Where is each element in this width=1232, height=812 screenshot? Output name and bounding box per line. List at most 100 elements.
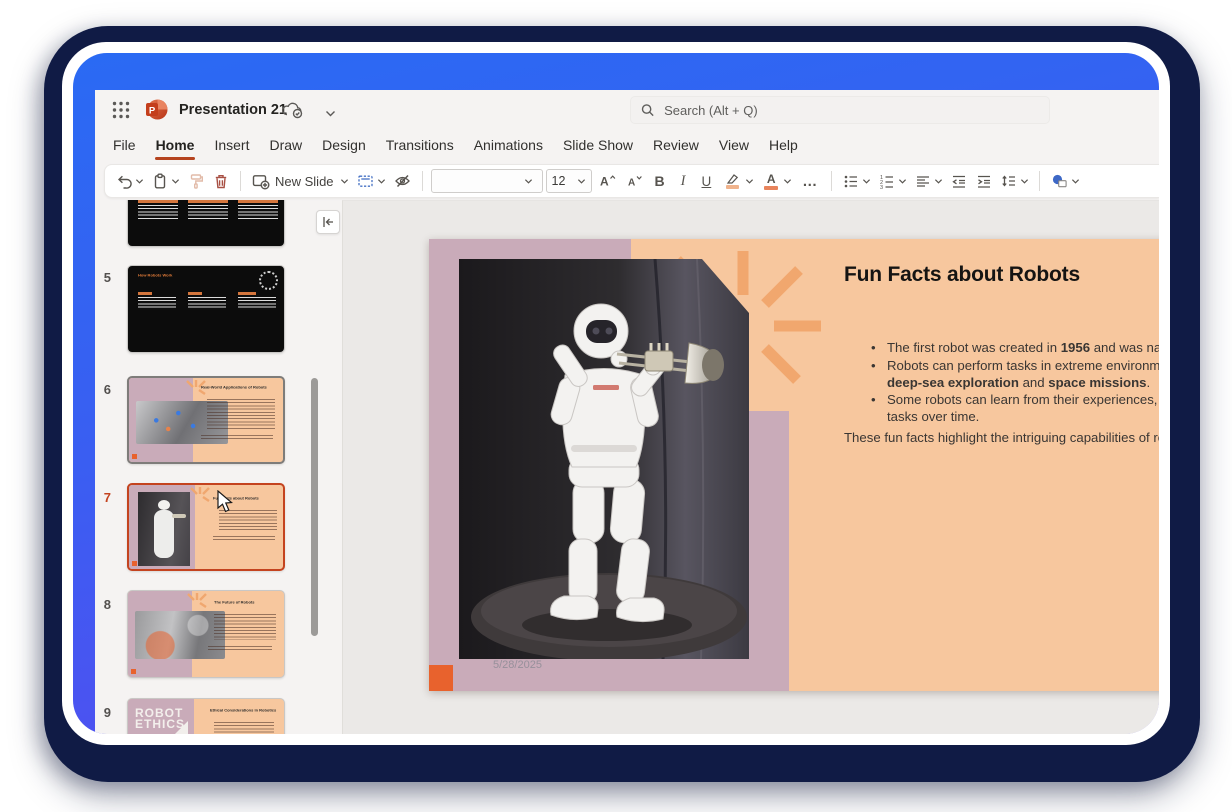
thumb7-orange-square [132,561,137,566]
svg-text:P: P [149,106,156,117]
collapse-panel-icon [322,216,335,228]
decrease-indent-button[interactable] [948,168,970,194]
app-launcher-icon[interactable] [112,101,130,119]
ribbon-toolbar: New Slide 12 A [104,164,1159,198]
thumb5-title: How Robots Work [138,273,172,278]
svg-text:A: A [628,178,635,189]
underline-button[interactable]: U [696,168,718,194]
line-spacing-button[interactable] [998,168,1031,194]
undo-chevron [135,177,144,185]
grow-font-button[interactable]: A [595,168,619,194]
font-name-chevron [524,177,533,185]
bold-button[interactable]: B [649,168,671,194]
paste-button[interactable] [149,168,182,194]
search-icon [641,103,654,117]
menu-home[interactable]: Home [146,130,205,162]
slide-layout-button[interactable] [354,168,388,194]
delete-slide-button[interactable] [210,168,232,194]
slide-date: 5/28/2025 [493,659,542,671]
font-size-combobox[interactable]: 12 [546,169,592,193]
italic-button[interactable]: I [674,168,693,194]
svg-text:A: A [600,175,609,189]
search-bar[interactable] [630,96,1050,124]
menu-review[interactable]: Review [643,130,709,162]
current-slide[interactable]: Fun Facts about Robots The first robot w… [429,239,1159,691]
thumbnail-slide-6[interactable]: Real-World Applications of Robots [127,376,285,464]
cloud-saved-icon [281,101,305,124]
increase-indent-button[interactable] [973,168,995,194]
paste-chevron [171,177,180,185]
font-name-combobox[interactable] [431,169,543,193]
slide-orange-square [429,665,453,691]
slide-bullet-list[interactable]: The first robot was created in 1956 and … [887,340,1159,427]
menu-insert[interactable]: Insert [204,130,259,162]
shapes-button[interactable] [1048,168,1082,194]
slide-title[interactable]: Fun Facts about Robots [844,263,1080,287]
highlight-chevron [745,177,754,185]
slide-closing-text[interactable]: These fun facts highlight the intriguing… [844,430,1159,445]
more-font-options-button[interactable]: … [797,168,823,194]
highlight-button[interactable] [720,168,756,194]
numbered-list-button[interactable]: 123 [876,168,909,194]
top-bar: P Presentation 21 [95,90,1159,130]
thumbnail-number-7: 7 [95,490,111,505]
thumbnail-number-6: 6 [95,382,111,397]
menu-design[interactable]: Design [312,130,376,162]
slide-thumbnail-panel: 5 How Robots Work 6 Real-World Applicati… [95,200,342,734]
new-slide-label: New Slide [275,174,334,189]
backdrop-gradient-frame: P Presentation 21 FileHomeInsert [73,53,1159,734]
numbered-list-chevron [898,177,907,185]
thumbnail-number-9: 9 [95,705,111,720]
menu-slide-show[interactable]: Slide Show [553,130,643,162]
thumb6-title: Real-World Applications of Robots [201,385,267,390]
font-size-chevron [577,177,586,185]
thumbnail-number-5: 5 [95,270,111,285]
shapes-chevron [1071,177,1080,185]
menu-transitions[interactable]: Transitions [376,130,464,162]
format-painter-icon[interactable] [185,168,207,194]
shrink-font-button[interactable]: A [622,168,646,194]
font-size-value: 12 [552,174,566,188]
thumb7-title: Fun Facts about Robots [213,496,259,501]
workspace: 5 How Robots Work 6 Real-World Applicati… [95,200,1159,734]
new-slide-chevron [340,177,349,185]
bullet-list-button[interactable] [840,168,873,194]
undo-button[interactable] [113,168,146,194]
search-input[interactable] [662,102,1039,119]
thumb8-orange-square [131,669,136,674]
font-color-button[interactable]: A [759,168,794,194]
menu-help[interactable]: Help [759,130,808,162]
menu-animations[interactable]: Animations [464,130,553,162]
document-title[interactable]: Presentation 21 [179,90,287,130]
align-button[interactable] [912,168,945,194]
thumbnail-slide-4[interactable] [127,200,285,247]
font-name-input[interactable] [436,173,524,189]
menu-bar: FileHomeInsertDrawDesignTransitionsAnima… [103,130,808,162]
thumbnail-slide-7[interactable]: Fun Facts about Robots [127,483,285,571]
new-slide-button[interactable]: New Slide [249,168,351,194]
highlighter-icon [725,173,740,184]
slide-canvas: Fun Facts about Robots The first robot w… [342,200,1159,734]
thumbnail-slide-9[interactable]: ROBOT ETHICS Ethical Considerations in R… [127,698,285,734]
powerpoint-app-window: P Presentation 21 FileHomeInsert [95,90,1159,734]
slide-bullet: Robots can perform tasks in extreme envi… [887,358,1159,392]
thumb8-title: The Future of Robots [214,600,254,605]
toolbar-divider [1039,171,1040,191]
menu-view[interactable]: View [709,130,759,162]
collapse-panel-button[interactable] [316,210,340,234]
slide-photo-robot-trumpet[interactable] [459,259,749,659]
slide-layout-chevron [377,177,386,185]
powerpoint-logo-icon[interactable]: P [145,98,168,121]
thumb6-orange-square [132,454,137,459]
title-dropdown-chevron[interactable] [325,105,336,123]
hide-eye-slash-icon[interactable] [391,168,414,194]
line-spacing-chevron [1020,177,1029,185]
thumbnail-scrollbar[interactable] [311,378,318,636]
menu-file[interactable]: File [103,130,146,162]
thumb7-photo [138,492,190,566]
thumb5-badge-icon [259,271,278,290]
font-color-chevron [783,177,792,185]
thumbnail-slide-8[interactable]: The Future of Robots [127,590,285,678]
thumbnail-slide-5[interactable]: How Robots Work [127,265,285,353]
menu-draw[interactable]: Draw [259,130,312,162]
